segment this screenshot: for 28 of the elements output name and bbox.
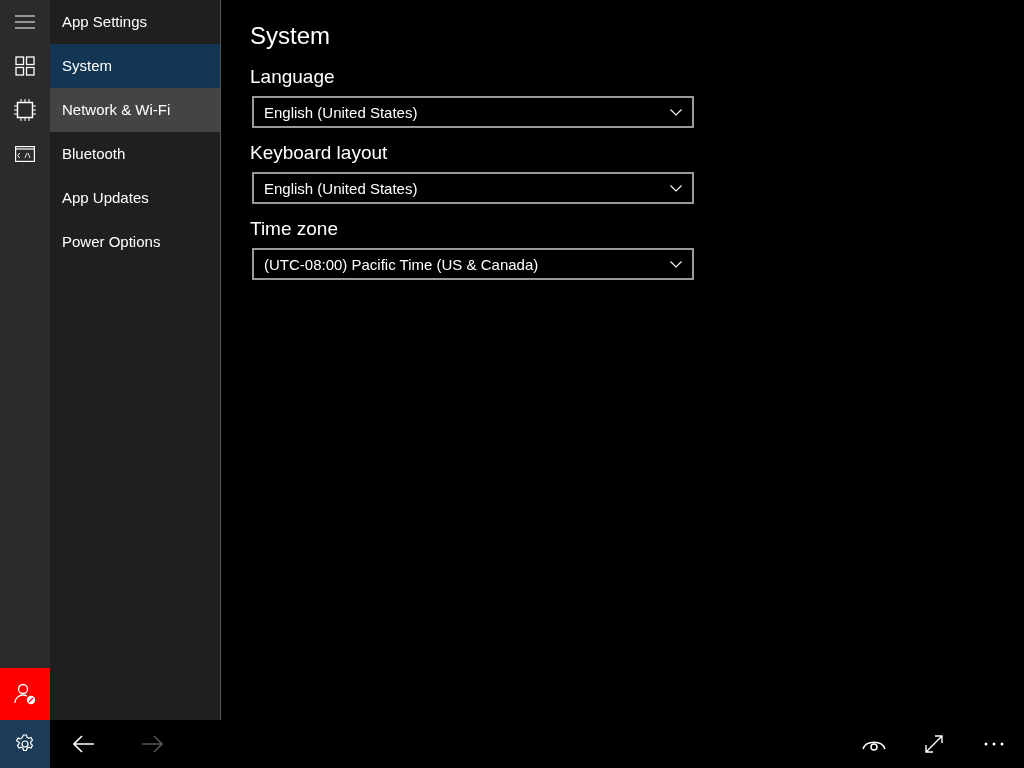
field-label: Keyboard layout [250, 142, 389, 164]
sidebar-title: App Settings [61, 12, 149, 32]
dropdown[interactable]: (UTC-08:00) Pacific Time (US & Canada) [252, 248, 694, 280]
sidebar-item[interactable]: System [50, 44, 220, 88]
more-icon [984, 742, 1004, 746]
dropdown[interactable]: English (United States) [252, 172, 694, 204]
menu-icon [15, 15, 35, 29]
dropdown[interactable]: English (United States) [252, 96, 694, 128]
sidebar-item[interactable]: App Updates [50, 176, 220, 220]
forward-arrow-icon [141, 735, 163, 753]
settings-button[interactable] [0, 720, 50, 768]
expand-icon [924, 734, 944, 754]
page-title: System [250, 22, 331, 50]
user-blocked-button[interactable] [0, 668, 50, 720]
field-label: Language [250, 66, 336, 88]
chevron-down-icon [670, 184, 682, 192]
back-arrow-icon [73, 735, 95, 753]
chip-icon [14, 99, 36, 121]
chevron-down-icon [670, 108, 682, 116]
field-label: Time zone [250, 218, 339, 240]
sidebar-item[interactable]: Power Options [50, 220, 220, 264]
user-blocked-icon [14, 683, 36, 705]
tiles-icon [15, 56, 35, 76]
chevron-down-icon [670, 260, 682, 268]
sidebar-item[interactable]: Network & Wi-Fi [50, 88, 220, 132]
settings-icon [15, 734, 35, 754]
sidebar-item[interactable]: Bluetooth [50, 132, 220, 176]
console-icon [15, 146, 35, 162]
